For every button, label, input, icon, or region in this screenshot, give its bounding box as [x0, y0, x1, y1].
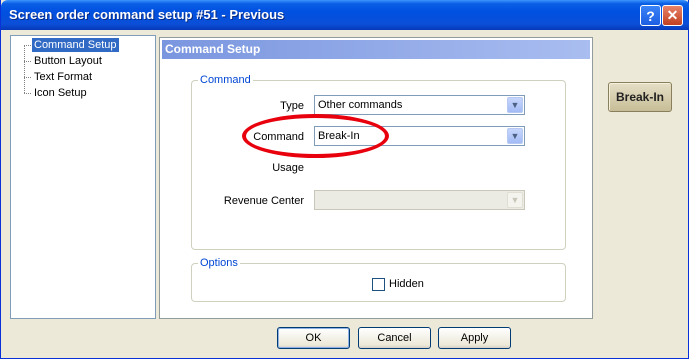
command-setup-panel: Command Setup Command Type Other command…: [159, 37, 593, 319]
close-icon: ✕: [666, 7, 679, 23]
command-group: Command Type Other commands ▼ Command Br…: [191, 74, 566, 250]
tree-item-button-layout[interactable]: Button Layout: [32, 54, 104, 68]
type-label: Type: [280, 100, 304, 112]
chevron-down-icon[interactable]: ▼: [507, 128, 523, 144]
title-bar[interactable]: Screen order command setup #51 - Previou…: [1, 0, 689, 30]
help-icon: ?: [646, 7, 655, 24]
tree-connector: [24, 45, 31, 46]
type-select[interactable]: Other commands ▼: [314, 95, 525, 115]
dialog-window: Screen order command setup #51 - Previou…: [0, 0, 689, 359]
cancel-button[interactable]: Cancel: [358, 327, 431, 349]
type-select-value: Other commands: [318, 99, 403, 111]
tree-connector: [24, 77, 31, 78]
tree-item-icon-setup[interactable]: Icon Setup: [32, 86, 89, 100]
help-button[interactable]: ?: [640, 5, 661, 26]
panel-header: Command Setup: [162, 40, 590, 59]
apply-button[interactable]: Apply: [438, 327, 511, 349]
button-preview[interactable]: Break-In: [608, 82, 672, 112]
options-group-legend: Options: [198, 257, 240, 270]
command-group-legend: Command: [198, 74, 253, 87]
window-title: Screen order command setup #51 - Previou…: [9, 7, 285, 22]
usage-label: Usage: [272, 162, 304, 174]
tree-item-command-setup[interactable]: Command Setup: [32, 38, 119, 52]
chevron-down-icon: ▼: [507, 192, 523, 208]
tree-connector: [24, 61, 31, 62]
ok-button[interactable]: OK: [277, 327, 350, 349]
settings-tree: Command Setup Button Layout Text Format …: [10, 35, 156, 319]
hidden-label[interactable]: Hidden: [389, 278, 424, 290]
revenue-center-label: Revenue Center: [223, 195, 304, 207]
options-group: Options Hidden: [191, 257, 566, 302]
revenue-center-select: ▼: [314, 190, 525, 210]
hidden-checkbox[interactable]: [372, 278, 385, 291]
close-button[interactable]: ✕: [662, 5, 683, 26]
tree-connector: [24, 93, 31, 94]
chevron-down-icon[interactable]: ▼: [507, 97, 523, 113]
highlight-annotation: [242, 114, 389, 158]
tree-item-text-format[interactable]: Text Format: [32, 70, 94, 84]
tree-connector: [24, 45, 25, 93]
